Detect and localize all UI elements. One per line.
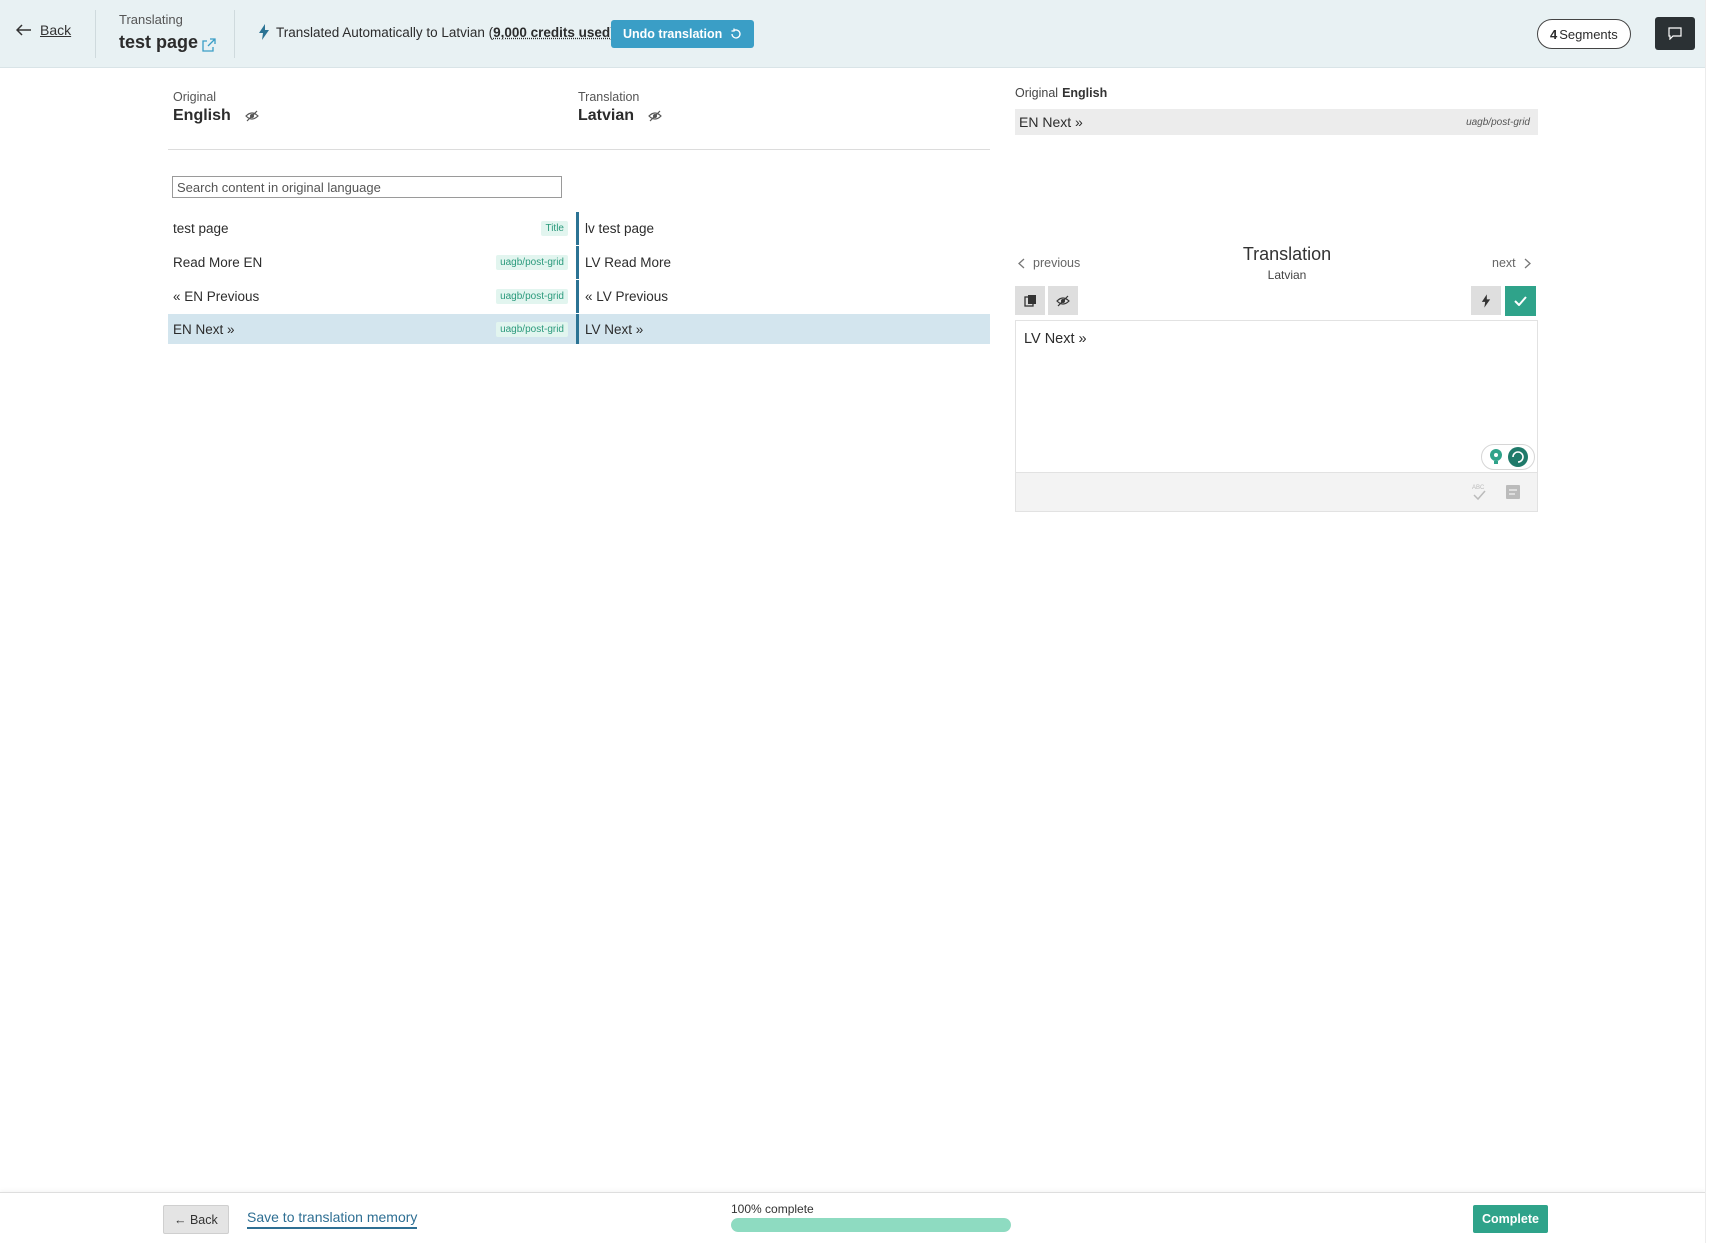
segment-tag: Title	[541, 221, 568, 236]
segment-row[interactable]: test page Title lv test page	[168, 212, 990, 245]
copy-icon	[1023, 295, 1036, 307]
footer-bar: ← Back Save to translation memory 100% c…	[0, 1192, 1705, 1243]
segment-tag: uagb/post-grid	[496, 289, 568, 304]
divider	[234, 10, 235, 58]
progress-bar	[731, 1218, 1011, 1232]
segment-tag: uagb/post-grid	[496, 321, 568, 337]
page-title-text: test page	[119, 32, 199, 52]
lightning-icon	[1481, 293, 1491, 308]
auto-translate-button[interactable]	[1471, 286, 1501, 315]
panel-title: Translation	[1242, 244, 1332, 264]
auto-translation-message: Translated Automatically to Latvian (9,0…	[258, 24, 615, 40]
segment-row[interactable]: Read More EN uagb/post-grid LV Read More	[168, 246, 990, 279]
glossary-icon[interactable]	[1505, 483, 1521, 501]
next-label: next	[1492, 256, 1516, 270]
auto-msg-prefix: Translated Automatically to Latvian (	[276, 24, 494, 40]
lightbulb-icon[interactable]	[1488, 448, 1504, 466]
segments-button[interactable]: 4 Segments	[1537, 19, 1631, 49]
panel-subtitle: Latvian	[1267, 268, 1307, 282]
scrollbar[interactable]	[1705, 0, 1720, 1243]
divider	[168, 149, 990, 150]
previous-label: previous	[1033, 256, 1081, 270]
assistant-widget[interactable]	[1481, 444, 1535, 470]
complete-button[interactable]: Complete	[1473, 1205, 1548, 1233]
comments-button[interactable]	[1655, 17, 1695, 50]
eye-off-icon[interactable]	[648, 110, 662, 122]
segment-original: « EN Previous	[173, 289, 260, 304]
lightning-icon	[259, 24, 269, 40]
chevron-right-icon	[1524, 258, 1531, 268]
segment-translation: LV Read More	[585, 255, 672, 270]
translation-label: Translation	[578, 90, 640, 104]
check-icon	[1514, 296, 1527, 306]
copy-original-button[interactable]	[1015, 286, 1045, 315]
segment-original: Read More EN	[173, 255, 263, 270]
chevron-left-icon	[1018, 258, 1025, 268]
svg-text:ABC: ABC	[1472, 485, 1485, 491]
panel-original-label: Original English	[1015, 86, 1107, 100]
hide-preview-button[interactable]	[1048, 286, 1078, 315]
panel-context: uagb/post-grid	[1466, 116, 1530, 128]
confirm-translation-button[interactable]	[1505, 286, 1536, 316]
segment-original: EN Next »	[173, 321, 235, 337]
panel-original-word: Original	[1015, 86, 1059, 100]
comment-icon	[1668, 27, 1682, 40]
panel-original-language: English	[1062, 86, 1108, 100]
undo-icon	[731, 28, 741, 39]
segments-count: 4	[1550, 26, 1558, 42]
divider	[95, 10, 96, 58]
segment-translation: « LV Previous	[585, 289, 669, 304]
back-label: Back	[40, 22, 72, 38]
translation-editor[interactable]: LV Next » ABC	[1015, 320, 1538, 512]
editor-text[interactable]: LV Next »	[1024, 331, 1087, 347]
original-column-header: Original English	[173, 90, 259, 125]
undo-translation-label: Undo translation	[623, 27, 723, 41]
arrow-left-icon	[16, 24, 31, 36]
back-link[interactable]: Back	[16, 22, 71, 38]
save-to-memory-link[interactable]: Save to translation memory	[247, 1209, 418, 1229]
top-header: Back Translating test page Translated Au…	[0, 0, 1705, 68]
external-link-icon[interactable]	[202, 37, 216, 52]
segment-row-active[interactable]: EN Next » uagb/post-grid LV Next »	[168, 314, 990, 344]
progress-label: 100% complete	[731, 1202, 814, 1216]
panel-original-value: EN Next »	[1019, 114, 1083, 130]
page-title[interactable]: test page	[119, 32, 216, 53]
translating-label: Translating	[119, 12, 183, 27]
segment-row[interactable]: « EN Previous uagb/post-grid « LV Previo…	[168, 280, 990, 313]
spellcheck-icon[interactable]: ABC	[1471, 483, 1487, 501]
editor-toolbar: ABC	[1016, 472, 1537, 511]
segment-translation: lv test page	[585, 221, 655, 236]
footer-back-button[interactable]: ← Back	[163, 1205, 229, 1234]
eye-off-icon[interactable]	[244, 110, 259, 122]
next-button[interactable]: next	[1492, 256, 1531, 270]
segment-tag: uagb/post-grid	[496, 255, 568, 270]
progress-fill	[731, 1218, 1011, 1232]
translation-column-header: Translation Latvian	[578, 90, 662, 125]
segment-translation: LV Next »	[585, 321, 644, 337]
eye-off-icon	[1056, 295, 1070, 306]
segment-original: test page	[173, 221, 229, 236]
original-label: Original	[173, 90, 217, 104]
translation-language: Latvian	[578, 107, 635, 124]
previous-button[interactable]: previous	[1018, 256, 1080, 270]
panel-original-text: EN Next » uagb/post-grid	[1015, 109, 1538, 135]
search-input[interactable]	[172, 176, 562, 198]
segments-label: Segments	[1559, 26, 1618, 42]
undo-translation-button[interactable]: Undo translation	[611, 20, 755, 48]
spinner-icon[interactable]	[1508, 447, 1528, 467]
credits-used: 9,000 credits used	[493, 24, 611, 40]
segment-list: test page Title lv test page Read More E…	[168, 212, 990, 345]
original-language: English	[173, 107, 231, 124]
